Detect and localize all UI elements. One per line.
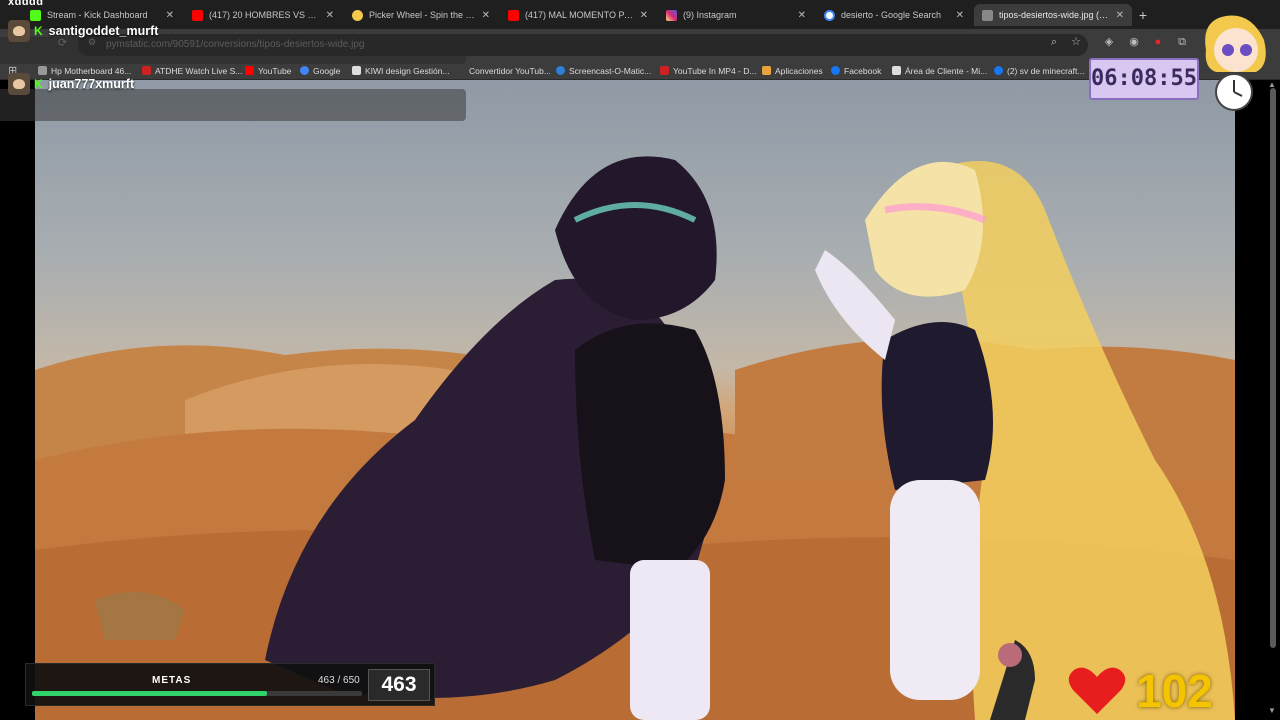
youtube-icon xyxy=(245,66,254,75)
avatar xyxy=(8,20,30,42)
tab-title: Stream - Kick Dashboard xyxy=(47,10,148,20)
close-icon[interactable]: ✕ xyxy=(956,10,964,21)
scene-artwork xyxy=(35,156,1235,720)
chat-username: santigoddet_murft xyxy=(48,24,159,38)
scroll-down-arrow[interactable]: ▼ xyxy=(1268,706,1276,715)
bookmark-icon xyxy=(660,66,669,75)
desert-scene xyxy=(35,80,1235,720)
wheel-icon xyxy=(352,9,363,21)
bookmark-label: ATDHE Watch Live S... xyxy=(155,65,243,76)
bookmark-icon xyxy=(556,66,565,75)
kick-icon xyxy=(30,9,41,21)
puzzle-icon[interactable]: ⧉ xyxy=(1176,36,1188,48)
goal-progress-bar xyxy=(32,691,362,696)
bookmark-icon xyxy=(142,66,151,75)
bookmark-item[interactable]: Aplicaciones xyxy=(762,64,823,77)
blonde-character-legs xyxy=(890,480,980,700)
goal-current-value: 463 xyxy=(368,669,430,701)
bookmark-label: (2) sv de minecraft... xyxy=(1007,65,1085,76)
bookmark-label: Google xyxy=(313,65,341,76)
small-figure-head xyxy=(998,643,1022,667)
bookmark-label: Facebook xyxy=(844,65,882,76)
tab-youtube-2[interactable]: (417) MAL MOMENTO PARA LL... ✕ xyxy=(500,4,656,26)
tab-desert-image[interactable]: tipos-desiertos-wide.jpg (1200... ✕ xyxy=(974,4,1132,26)
bookmark-label: YouTube In MP4 - D... xyxy=(673,65,757,76)
extension-icon[interactable]: ◉ xyxy=(1128,36,1140,48)
browser-tab-bar: Stream - Kick Dashboard ✕ (417) 20 HOMBR… xyxy=(0,0,1280,29)
bookmark-item[interactable]: ATDHE Watch Live S... xyxy=(142,64,242,77)
bookmark-item[interactable]: YouTube xyxy=(245,64,291,77)
chat-username: juan777xmurft xyxy=(48,77,135,91)
blonde-character-head xyxy=(865,161,983,297)
dark-character-legs xyxy=(630,560,710,720)
image-icon xyxy=(982,9,993,21)
facebook-icon xyxy=(994,66,1003,75)
bookmark-item[interactable]: YouTube In MP4 - D... xyxy=(660,64,756,77)
bookmark-icon xyxy=(352,66,361,75)
record-icon[interactable]: ● xyxy=(1152,36,1164,48)
bookmark-label: Convertidor YouTub... xyxy=(469,65,551,76)
bookmark-item[interactable]: Facebook xyxy=(831,64,881,77)
star-icon[interactable]: ☆ xyxy=(1070,36,1082,48)
likes-counter: 102 xyxy=(1068,666,1213,716)
tab-title: Picker Wheel - Spin the Wheel xyxy=(369,10,476,20)
tab-title: desierto - Google Search xyxy=(841,10,942,20)
new-tab-button[interactable]: + xyxy=(1134,6,1152,24)
dark-character-jacket xyxy=(575,323,725,570)
scrollbar[interactable] xyxy=(1270,88,1276,648)
goal-progress-fill xyxy=(32,691,267,696)
zoom-icon[interactable]: ⌕ xyxy=(1048,36,1060,48)
overlay-top-text: xdddd xyxy=(8,0,44,8)
apps-icon xyxy=(762,66,771,75)
blonde-character-dress xyxy=(881,322,993,490)
bookmark-item[interactable]: (2) sv de minecraft... xyxy=(994,64,1084,77)
youtube-icon xyxy=(192,9,203,21)
tab-title: (417) MAL MOMENTO PARA LL... xyxy=(525,10,634,20)
bookmark-label: Aplicaciones xyxy=(775,65,823,76)
bookmark-label: Screencast-O-Matic... xyxy=(569,65,652,76)
bookmark-item[interactable]: KIWI design Gestión... xyxy=(352,64,450,77)
bookmark-label: KIWI design Gestión... xyxy=(365,65,450,76)
avatar xyxy=(8,73,30,95)
close-icon[interactable]: ✕ xyxy=(482,10,490,21)
kick-icon: K xyxy=(34,24,43,38)
mascot-clock-icon xyxy=(1205,15,1266,111)
bookmark-icon xyxy=(456,66,465,75)
goal-widget: METAS 463 / 650 463 xyxy=(25,663,435,706)
youtube-icon xyxy=(508,9,519,21)
chat-message: K santigoddet_murft xyxy=(8,20,158,42)
likes-count: 102 xyxy=(1136,665,1213,717)
bookmark-label: YouTube xyxy=(258,65,292,76)
heart-icon xyxy=(1068,667,1126,714)
bookmark-item[interactable]: Google xyxy=(300,64,340,77)
tab-title: tipos-desiertos-wide.jpg (1200... xyxy=(999,10,1110,20)
stream-timer: 06:08:55 xyxy=(1089,58,1199,100)
google-icon xyxy=(824,9,835,21)
bookmark-item[interactable]: Screencast-O-Matic... xyxy=(556,64,651,77)
chat-message: K juan777xmurft xyxy=(8,73,134,95)
close-icon[interactable]: ✕ xyxy=(1116,10,1124,21)
close-icon[interactable]: ✕ xyxy=(798,10,806,21)
facebook-icon xyxy=(831,66,840,75)
bookmark-item[interactable]: Convertidor YouTub... xyxy=(456,64,551,77)
google-icon xyxy=(300,66,309,75)
tab-instagram[interactable]: (9) Instagram ✕ xyxy=(658,4,814,26)
bookmark-label: Área de Cliente - Mi... xyxy=(905,65,988,76)
extension-icon[interactable]: ◈ xyxy=(1103,36,1115,48)
tab-title: (9) Instagram xyxy=(683,10,737,20)
tab-google-search[interactable]: desierto - Google Search ✕ xyxy=(816,4,972,26)
goal-count: 463 / 650 xyxy=(318,675,360,686)
close-icon[interactable]: ✕ xyxy=(166,10,174,21)
bookmark-item[interactable]: Área de Cliente - Mi... xyxy=(892,64,987,77)
kick-icon: K xyxy=(34,77,43,91)
goal-title: METAS xyxy=(152,675,192,686)
tab-title: (417) 20 HOMBRES VS 1 ARTI... xyxy=(209,10,320,20)
instagram-icon xyxy=(666,9,677,21)
tab-youtube-1[interactable]: (417) 20 HOMBRES VS 1 ARTI... ✕ xyxy=(184,4,342,26)
close-icon[interactable]: ✕ xyxy=(640,10,648,21)
close-icon[interactable]: ✕ xyxy=(326,10,334,21)
tab-picker-wheel[interactable]: Picker Wheel - Spin the Wheel ✕ xyxy=(344,4,498,26)
bookmark-icon xyxy=(892,66,901,75)
